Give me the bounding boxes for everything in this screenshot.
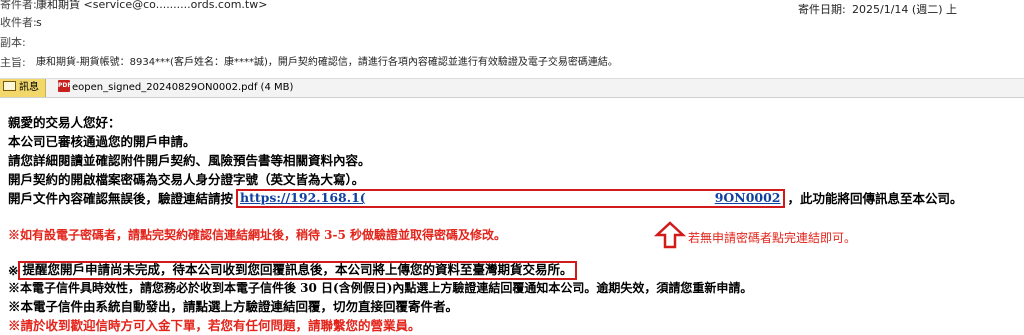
- sent-row: 寄件日期: 2025/1/14 (週二) 上: [798, 0, 957, 20]
- email-header: 寄件者: 康和期貨 <service@co..........ords.com.…: [0, 0, 1024, 82]
- note-3: ※本電子信件由系統自動發出，請點選上方驗證連結回覆，切勿直接回覆寄件者。: [8, 299, 459, 314]
- hint-text: 若無申請密碼者點完連結即可。: [688, 231, 857, 245]
- cc-label: 副本:: [0, 36, 26, 49]
- sent-label: 寄件日期:: [798, 3, 846, 16]
- note-2: ※本電子信件具時效性，請您務必於收到本電子信件後 30 日(含例假日)內點選上方…: [8, 281, 753, 295]
- verification-link-start[interactable]: https://192.168.1(: [240, 190, 366, 205]
- attachment-file[interactable]: PDFeopen_signed_20240829ON0002.pdf (4 MB…: [58, 79, 293, 97]
- to-label: 收件者:: [0, 16, 37, 29]
- remind-boxed: 提醒您開戶申請尚未完成，待本公司收到您回覆訊息後，本公司將上傳您的資料至臺灣期貨…: [18, 261, 577, 280]
- message-tab[interactable]: 訊息: [0, 79, 46, 97]
- verification-link-end[interactable]: 9ON0002: [715, 190, 781, 205]
- verification-link-box[interactable]: https://192.168.1( 9ON0002: [236, 189, 785, 208]
- line4-suffix: ，此功能將回傳訊息至本公司。: [787, 191, 963, 206]
- from-value[interactable]: 康和期貨 <service@co..........ords.com.tw>: [36, 0, 267, 15]
- up-arrow-icon: [654, 221, 686, 249]
- to-value[interactable]: s: [36, 13, 42, 33]
- remind-prefix: ※: [8, 263, 19, 278]
- greeting: 親愛的交易人您好：: [8, 115, 121, 130]
- red-note: ※如有設電子密碼者，請點完契約確認信連結網址後，稍待 3-5 秒做驗證並取得密碼…: [8, 228, 507, 242]
- body-line-1: 本公司已審核通過您的開戶申請。: [8, 134, 196, 149]
- pdf-icon: PDF: [58, 80, 71, 92]
- attachment-file-name: eopen_signed_20240829ON0002.pdf (4 MB): [72, 82, 294, 93]
- note-4: ※請於收到歡迎信時方可入金下單，若您有任何問題，請聯繫您的營業員。: [8, 318, 421, 333]
- body-line-2: 請您詳細閱讀並確認附件開戶契約、風險預告書等相關資料內容。: [8, 153, 371, 168]
- sent-value: 2025/1/14 (週二) 上: [852, 3, 957, 16]
- attachment-bar: 訊息 PDFeopen_signed_20240829ON0002.pdf (4…: [0, 78, 1024, 98]
- body-line-3: 開戶契約的開啟檔案密碼為交易人身分證字號（英文皆為大寫）。: [8, 172, 365, 187]
- subject-label: 主旨:: [0, 56, 26, 69]
- line4-prefix: 開戶文件內容確認無誤後，驗證連結請按: [8, 191, 234, 206]
- subject-value: 康和期貨-期貨帳號：8934***(客戶姓名：康****誠)，開戶契約確認信，請…: [36, 57, 618, 68]
- message-tab-label: 訊息: [19, 82, 39, 93]
- envelope-icon: [3, 81, 16, 91]
- remind-line: ※ 提醒您開戶申請尚未完成，待本公司收到您回覆訊息後，本公司將上傳您的資料至臺灣期…: [8, 261, 577, 280]
- body-line-4: 開戶文件內容確認無誤後，驗證連結請按 https://192.168.1( 9ON0…: [8, 189, 963, 208]
